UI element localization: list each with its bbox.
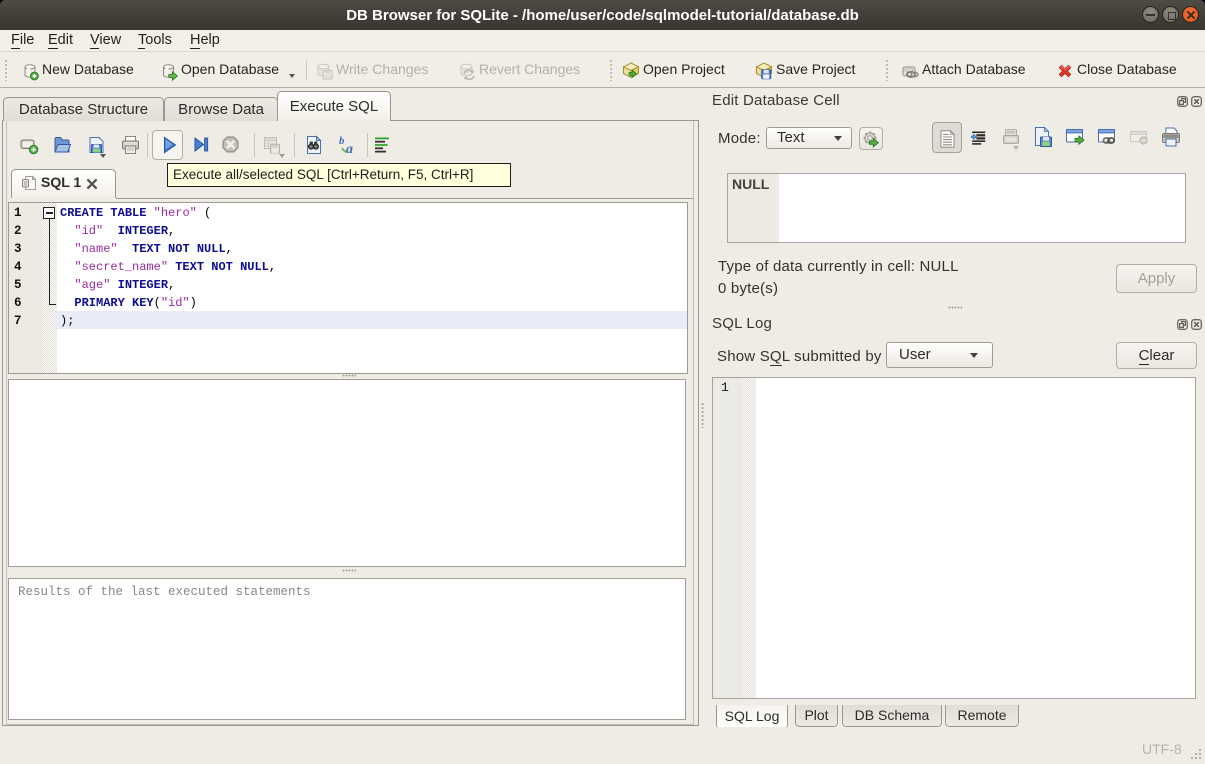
svg-text:a: a [346,142,353,155]
svg-text:b: b [339,135,345,147]
